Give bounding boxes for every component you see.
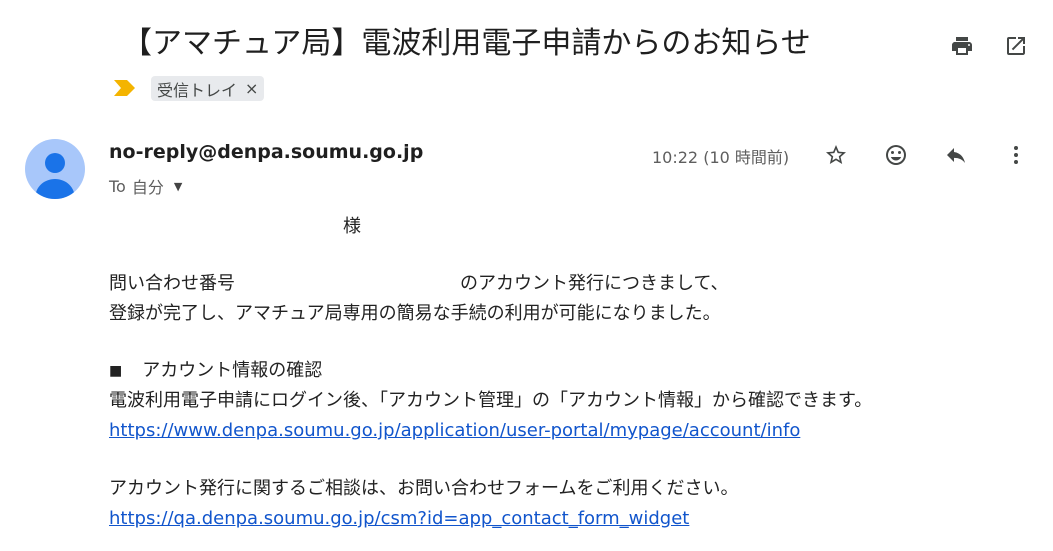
contact-form-link[interactable]: https://qa.denpa.soumu.go.jp/csm?id=app_… — [109, 505, 689, 533]
email-subject: 【アマチュア局】電波利用電子申請からのお知らせ — [122, 26, 811, 61]
reply-icon[interactable] — [942, 141, 970, 169]
remove-label-button[interactable]: × — [245, 79, 258, 98]
importance-marker-icon[interactable] — [114, 80, 136, 96]
recipient-name: 自分 — [131, 178, 164, 197]
inbox-label-chip: 受信トレイ × — [151, 76, 265, 101]
star-icon[interactable] — [822, 141, 850, 169]
recipient-line[interactable]: To 自分 ▼ — [109, 174, 182, 198]
body-line-registration: 登録が完了し、アマチュア局専用の簡易な手続の利用が可能になりました。 — [109, 303, 721, 324]
account-info-link[interactable]: https://www.denpa.soumu.go.jp/applicatio… — [109, 417, 800, 445]
body-line-inquiry-start: 問い合わせ番号 — [109, 273, 235, 294]
section-heading: ■ アカウント情報の確認 — [109, 357, 322, 385]
body-line-account-info: 電波利用電子申請にログイン後、「アカウント管理」の「アカウント情報」から確認でき… — [109, 390, 873, 411]
chevron-down-icon[interactable]: ▼ — [174, 180, 182, 193]
to-prefix: To — [109, 176, 126, 196]
more-vert-icon[interactable] — [1002, 141, 1030, 169]
email-timestamp: 10:22 (10 時間前) — [652, 148, 790, 167]
open-in-new-window-icon[interactable] — [1002, 32, 1030, 60]
label-text: 受信トレイ — [157, 80, 238, 100]
section-heading-text: アカウント情報の確認 — [142, 360, 323, 381]
emoji-reaction-icon[interactable] — [882, 141, 910, 169]
body-line-inquiry-end: のアカウント発行につきまして、 — [460, 273, 729, 294]
sender-address[interactable]: no-reply@denpa.soumu.go.jp — [109, 141, 423, 163]
print-icon[interactable] — [948, 32, 976, 60]
default-avatar-icon — [25, 139, 85, 199]
body-line-contact: アカウント発行に関するご相談は、お問い合わせフォームをご利用ください。 — [109, 478, 739, 499]
bullet-marker: ■ — [109, 363, 123, 379]
salutation: 様 — [343, 216, 361, 237]
